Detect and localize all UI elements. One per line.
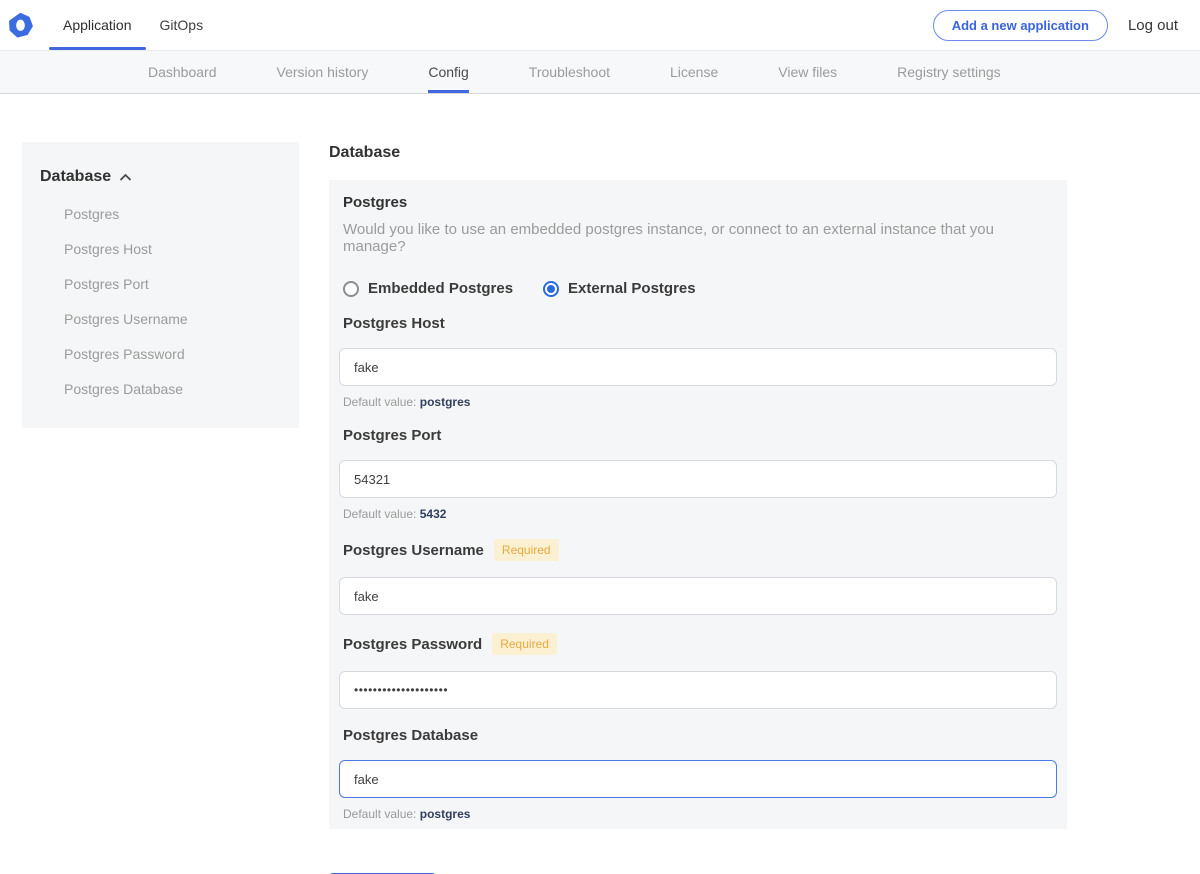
- sidebar-item-postgres-host[interactable]: Postgres Host: [40, 231, 283, 266]
- required-badge: Required: [494, 539, 559, 561]
- subnav-item-registry-settings[interactable]: Registry settings: [897, 51, 1000, 93]
- postgres-database-input[interactable]: [339, 760, 1057, 798]
- sidebar-group-label: Database: [40, 168, 111, 186]
- chevron-up-icon: [119, 173, 132, 182]
- postgres-database-default: Default value: postgres: [339, 807, 1057, 821]
- default-label: Default value:: [343, 807, 416, 821]
- subnav-item-view-files[interactable]: View files: [778, 51, 837, 93]
- subnav-item-troubleshoot[interactable]: Troubleshoot: [529, 51, 610, 93]
- postgres-host-default: Default value: postgres: [339, 395, 1057, 409]
- tab-gitops-label: GitOps: [160, 17, 204, 33]
- postgres-database-label: Postgres Database: [343, 727, 478, 744]
- top-header: Application GitOps Add a new application…: [0, 0, 1200, 50]
- tab-application[interactable]: Application: [49, 0, 146, 50]
- group-heading: Postgres: [339, 194, 1057, 211]
- tab-gitops[interactable]: GitOps: [146, 0, 218, 50]
- subnav-item-config[interactable]: Config: [428, 51, 468, 93]
- subnav-item-version-history[interactable]: Version history: [277, 51, 369, 93]
- default-value: postgres: [420, 807, 471, 821]
- sidebar-item-postgres-username[interactable]: Postgres Username: [40, 301, 283, 336]
- default-label: Default value:: [343, 507, 416, 521]
- sidebar-item-postgres-database[interactable]: Postgres Database: [40, 371, 283, 406]
- postgres-port-input[interactable]: [339, 460, 1057, 498]
- default-value: 5432: [420, 507, 447, 521]
- sidebar-item-postgres-password[interactable]: Postgres Password: [40, 336, 283, 371]
- app-logo: [8, 0, 33, 50]
- postgres-host-label: Postgres Host: [343, 315, 445, 332]
- subnav-item-license[interactable]: License: [670, 51, 718, 93]
- config-group-panel: Postgres Would you like to use an embedd…: [329, 180, 1067, 829]
- radio-embedded-label: Embedded Postgres: [368, 280, 513, 297]
- sidebar-items: Postgres Postgres Host Postgres Port Pos…: [40, 196, 283, 406]
- postgres-password-input[interactable]: [339, 671, 1057, 709]
- sidebar-item-postgres-port[interactable]: Postgres Port: [40, 266, 283, 301]
- sidebar-item-postgres[interactable]: Postgres: [40, 196, 283, 231]
- app-logo-icon: [8, 13, 33, 38]
- radio-unchecked-icon: [343, 281, 359, 297]
- sidebar-group-database[interactable]: Database: [40, 168, 283, 186]
- postgres-port-label: Postgres Port: [343, 427, 441, 444]
- logout-button[interactable]: Log out: [1128, 17, 1178, 34]
- postgres-radio-group: Embedded Postgres External Postgres: [339, 280, 1057, 297]
- radio-embedded-postgres[interactable]: Embedded Postgres: [343, 280, 513, 297]
- page-title: Database: [329, 144, 1067, 162]
- radio-external-label: External Postgres: [568, 280, 696, 297]
- tab-application-label: Application: [63, 17, 132, 33]
- top-tabs: Application GitOps: [49, 0, 217, 50]
- radio-external-postgres[interactable]: External Postgres: [543, 280, 696, 297]
- radio-checked-icon: [543, 281, 559, 297]
- group-help-text: Would you like to use an embedded postgr…: [339, 221, 1057, 255]
- default-label: Default value:: [343, 395, 416, 409]
- postgres-password-label: Postgres Password: [343, 636, 482, 653]
- postgres-host-input[interactable]: [339, 348, 1057, 386]
- postgres-username-input[interactable]: [339, 577, 1057, 615]
- default-value: postgres: [420, 395, 471, 409]
- config-sidebar: Database Postgres Postgres Host Postgres…: [22, 142, 299, 428]
- config-main: Database Postgres Would you like to use …: [329, 142, 1067, 874]
- config-page: Database Postgres Postgres Host Postgres…: [0, 94, 1200, 874]
- app-subnav: Dashboard Version history Config Trouble…: [0, 50, 1200, 94]
- add-application-button[interactable]: Add a new application: [933, 10, 1108, 41]
- subnav-item-dashboard[interactable]: Dashboard: [148, 51, 217, 93]
- postgres-port-default: Default value: 5432: [339, 507, 1057, 521]
- postgres-username-label: Postgres Username: [343, 542, 484, 559]
- required-badge: Required: [492, 633, 557, 655]
